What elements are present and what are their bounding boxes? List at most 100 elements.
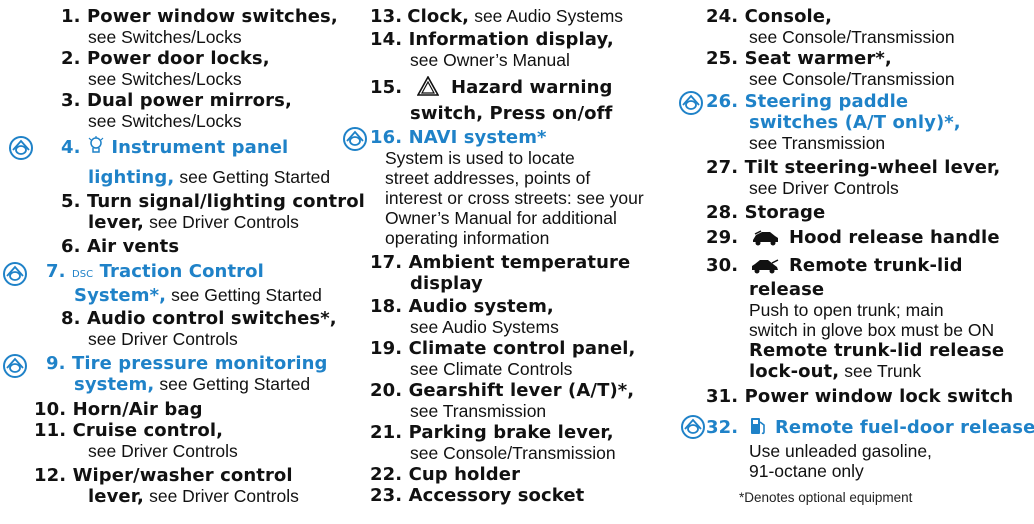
list-item-24: 24. Console, see Console/Transmission — [694, 6, 1032, 48]
item-title: Cruise control, — [72, 420, 224, 441]
item-title: Storage — [744, 202, 826, 223]
list-item-9: 9. Tire pressure monitoring system, see … — [3, 353, 368, 395]
list-item-13: 13. Clock, see Audio Systems — [356, 6, 696, 27]
item-subtitle: Remote trunk-lid release — [749, 340, 1005, 361]
item-number: 11. — [34, 420, 67, 441]
list-item-4: 4. Instrument panel lighting, see Gettin… — [8, 135, 368, 191]
item-title-continued: release — [749, 279, 825, 300]
item-number: 23. — [370, 485, 403, 506]
item-reference: see Console/Transmission — [749, 27, 955, 47]
item-title: Cup holder — [408, 464, 521, 485]
description-line: street addresses, points of — [385, 168, 591, 188]
item-title-continued: switches (A/T only)*, — [749, 112, 961, 133]
item-title: Tilt steering-wheel lever, — [744, 157, 1001, 178]
item-number: 22. — [370, 464, 403, 485]
item-title: Climate control panel, — [408, 338, 636, 359]
item-title: Gearshift lever (A/T)*, — [408, 380, 635, 401]
description-line: Push to open trunk; main — [749, 300, 944, 320]
item-title: Hazard warning — [450, 77, 613, 98]
list-item-21: 21. Parking brake lever, see Console/Tra… — [356, 422, 696, 464]
item-title-continued: lever, — [88, 212, 144, 233]
item-reference: see Climate Controls — [410, 359, 573, 379]
item-reference: see Transmission — [749, 133, 886, 153]
circle-marker-icon — [2, 353, 28, 379]
car-hood-icon — [751, 230, 779, 251]
item-number: 32. — [706, 417, 739, 438]
item-reference: see Owner’s Manual — [410, 50, 570, 70]
item-reference: see Driver Controls — [149, 486, 299, 506]
item-description: System is used to locate street addresse… — [370, 148, 696, 248]
item-title: Power door locks, — [86, 48, 270, 69]
item-reference: see Driver Controls — [88, 441, 238, 461]
item-title-continued: display — [410, 273, 483, 294]
item-title: Power window lock switch — [744, 386, 1014, 407]
item-number: 26. — [706, 91, 739, 112]
item-number: 29. — [706, 227, 739, 248]
list-item-29: 29. Hood release handle — [694, 227, 1032, 251]
list-item-3: 3. Dual power mirrors, see Switches/Lock… — [8, 90, 368, 132]
item-number: 9. — [46, 353, 66, 374]
description-line: operating information — [385, 228, 550, 248]
item-title-continued: lighting, — [88, 167, 175, 188]
column-2: 13. Clock, see Audio Systems 14. Informa… — [343, 6, 696, 506]
list-item-23: 23. Accessory socket — [356, 485, 696, 506]
item-title: Hood release handle — [788, 227, 1000, 248]
circle-marker-icon — [678, 90, 704, 116]
item-reference: see Driver Controls — [149, 212, 299, 232]
item-reference: see Audio Systems — [410, 317, 559, 337]
item-title: Information display, — [408, 29, 614, 50]
item-number: 14. — [370, 29, 403, 50]
list-item-10: 10. Horn/Air bag — [8, 399, 368, 420]
item-number: 2. — [61, 48, 81, 69]
description-line: System is used to locate — [385, 148, 575, 168]
item-number: 21. — [370, 422, 403, 443]
item-title: Horn/Air bag — [72, 399, 203, 420]
item-title: Tire pressure monitoring — [71, 353, 328, 374]
item-number: 30. — [706, 255, 739, 276]
item-number: 16. — [370, 127, 403, 148]
item-reference: see Getting Started — [171, 285, 322, 305]
item-number: 18. — [370, 296, 403, 317]
list-item-5: 5. Turn signal/lighting control lever, s… — [8, 191, 368, 233]
item-title: Wiper/washer control — [72, 465, 293, 486]
item-reference: see Driver Controls — [88, 329, 238, 349]
item-reference: see Getting Started — [179, 167, 331, 187]
circle-marker-icon — [342, 126, 368, 152]
list-item-30: 30. Remote trunk-lid release Push to ope… — [694, 255, 1032, 382]
item-title: Console, — [744, 6, 833, 27]
list-item-26: 26. Steering paddle switches (A/T only)*… — [679, 91, 1032, 154]
item-title: Audio control switches*, — [86, 308, 337, 329]
list-item-19: 19. Climate control panel, see Climate C… — [356, 338, 696, 380]
item-title-continued: switch, Press on/off — [410, 103, 613, 124]
list-item-16: 16. NAVI system* System is used to locat… — [343, 127, 696, 248]
item-reference: see Trunk — [844, 361, 922, 381]
list-item-28: 28. Storage — [694, 202, 1032, 223]
item-title: Dual power mirrors, — [86, 90, 292, 111]
circle-marker-icon — [2, 261, 28, 287]
item-reference: see Switches/Locks — [88, 27, 242, 47]
item-number: 15. — [370, 77, 403, 98]
item-title: Remote fuel-door release — [774, 417, 1034, 438]
item-number: 6. — [61, 236, 81, 257]
item-title: Clock, — [407, 6, 470, 27]
item-reference: see Switches/Locks — [88, 111, 242, 131]
item-reference: see Driver Controls — [749, 178, 899, 198]
item-number: 27. — [706, 157, 739, 178]
dsc-icon: DSC — [71, 269, 94, 280]
list-item-18: 18. Audio system, see Audio Systems — [356, 296, 696, 338]
item-title: Remote trunk-lid — [788, 255, 963, 276]
list-item-12: 12. Wiper/washer control lever, see Driv… — [8, 465, 368, 507]
description-line: Owner’s Manual for additional — [385, 208, 617, 228]
item-description: Use unleaded gasoline, 91-octane only — [706, 441, 1032, 481]
item-description: Push to open trunk; main switch in glove… — [706, 300, 1032, 340]
list-item-8: 8. Audio control switches*, see Driver C… — [8, 308, 368, 350]
circle-marker-icon — [8, 135, 34, 161]
item-title: Turn signal/lighting control — [86, 191, 365, 212]
item-number: 8. — [61, 308, 81, 329]
description-line: 91-octane only — [749, 461, 864, 481]
item-reference: see Switches/Locks — [88, 69, 242, 89]
footnote: *Denotes optional equipment — [739, 490, 913, 505]
list-item-20: 20. Gearshift lever (A/T)*, see Transmis… — [356, 380, 696, 422]
item-title: Accessory socket — [408, 485, 585, 506]
item-number: 20. — [370, 380, 403, 401]
